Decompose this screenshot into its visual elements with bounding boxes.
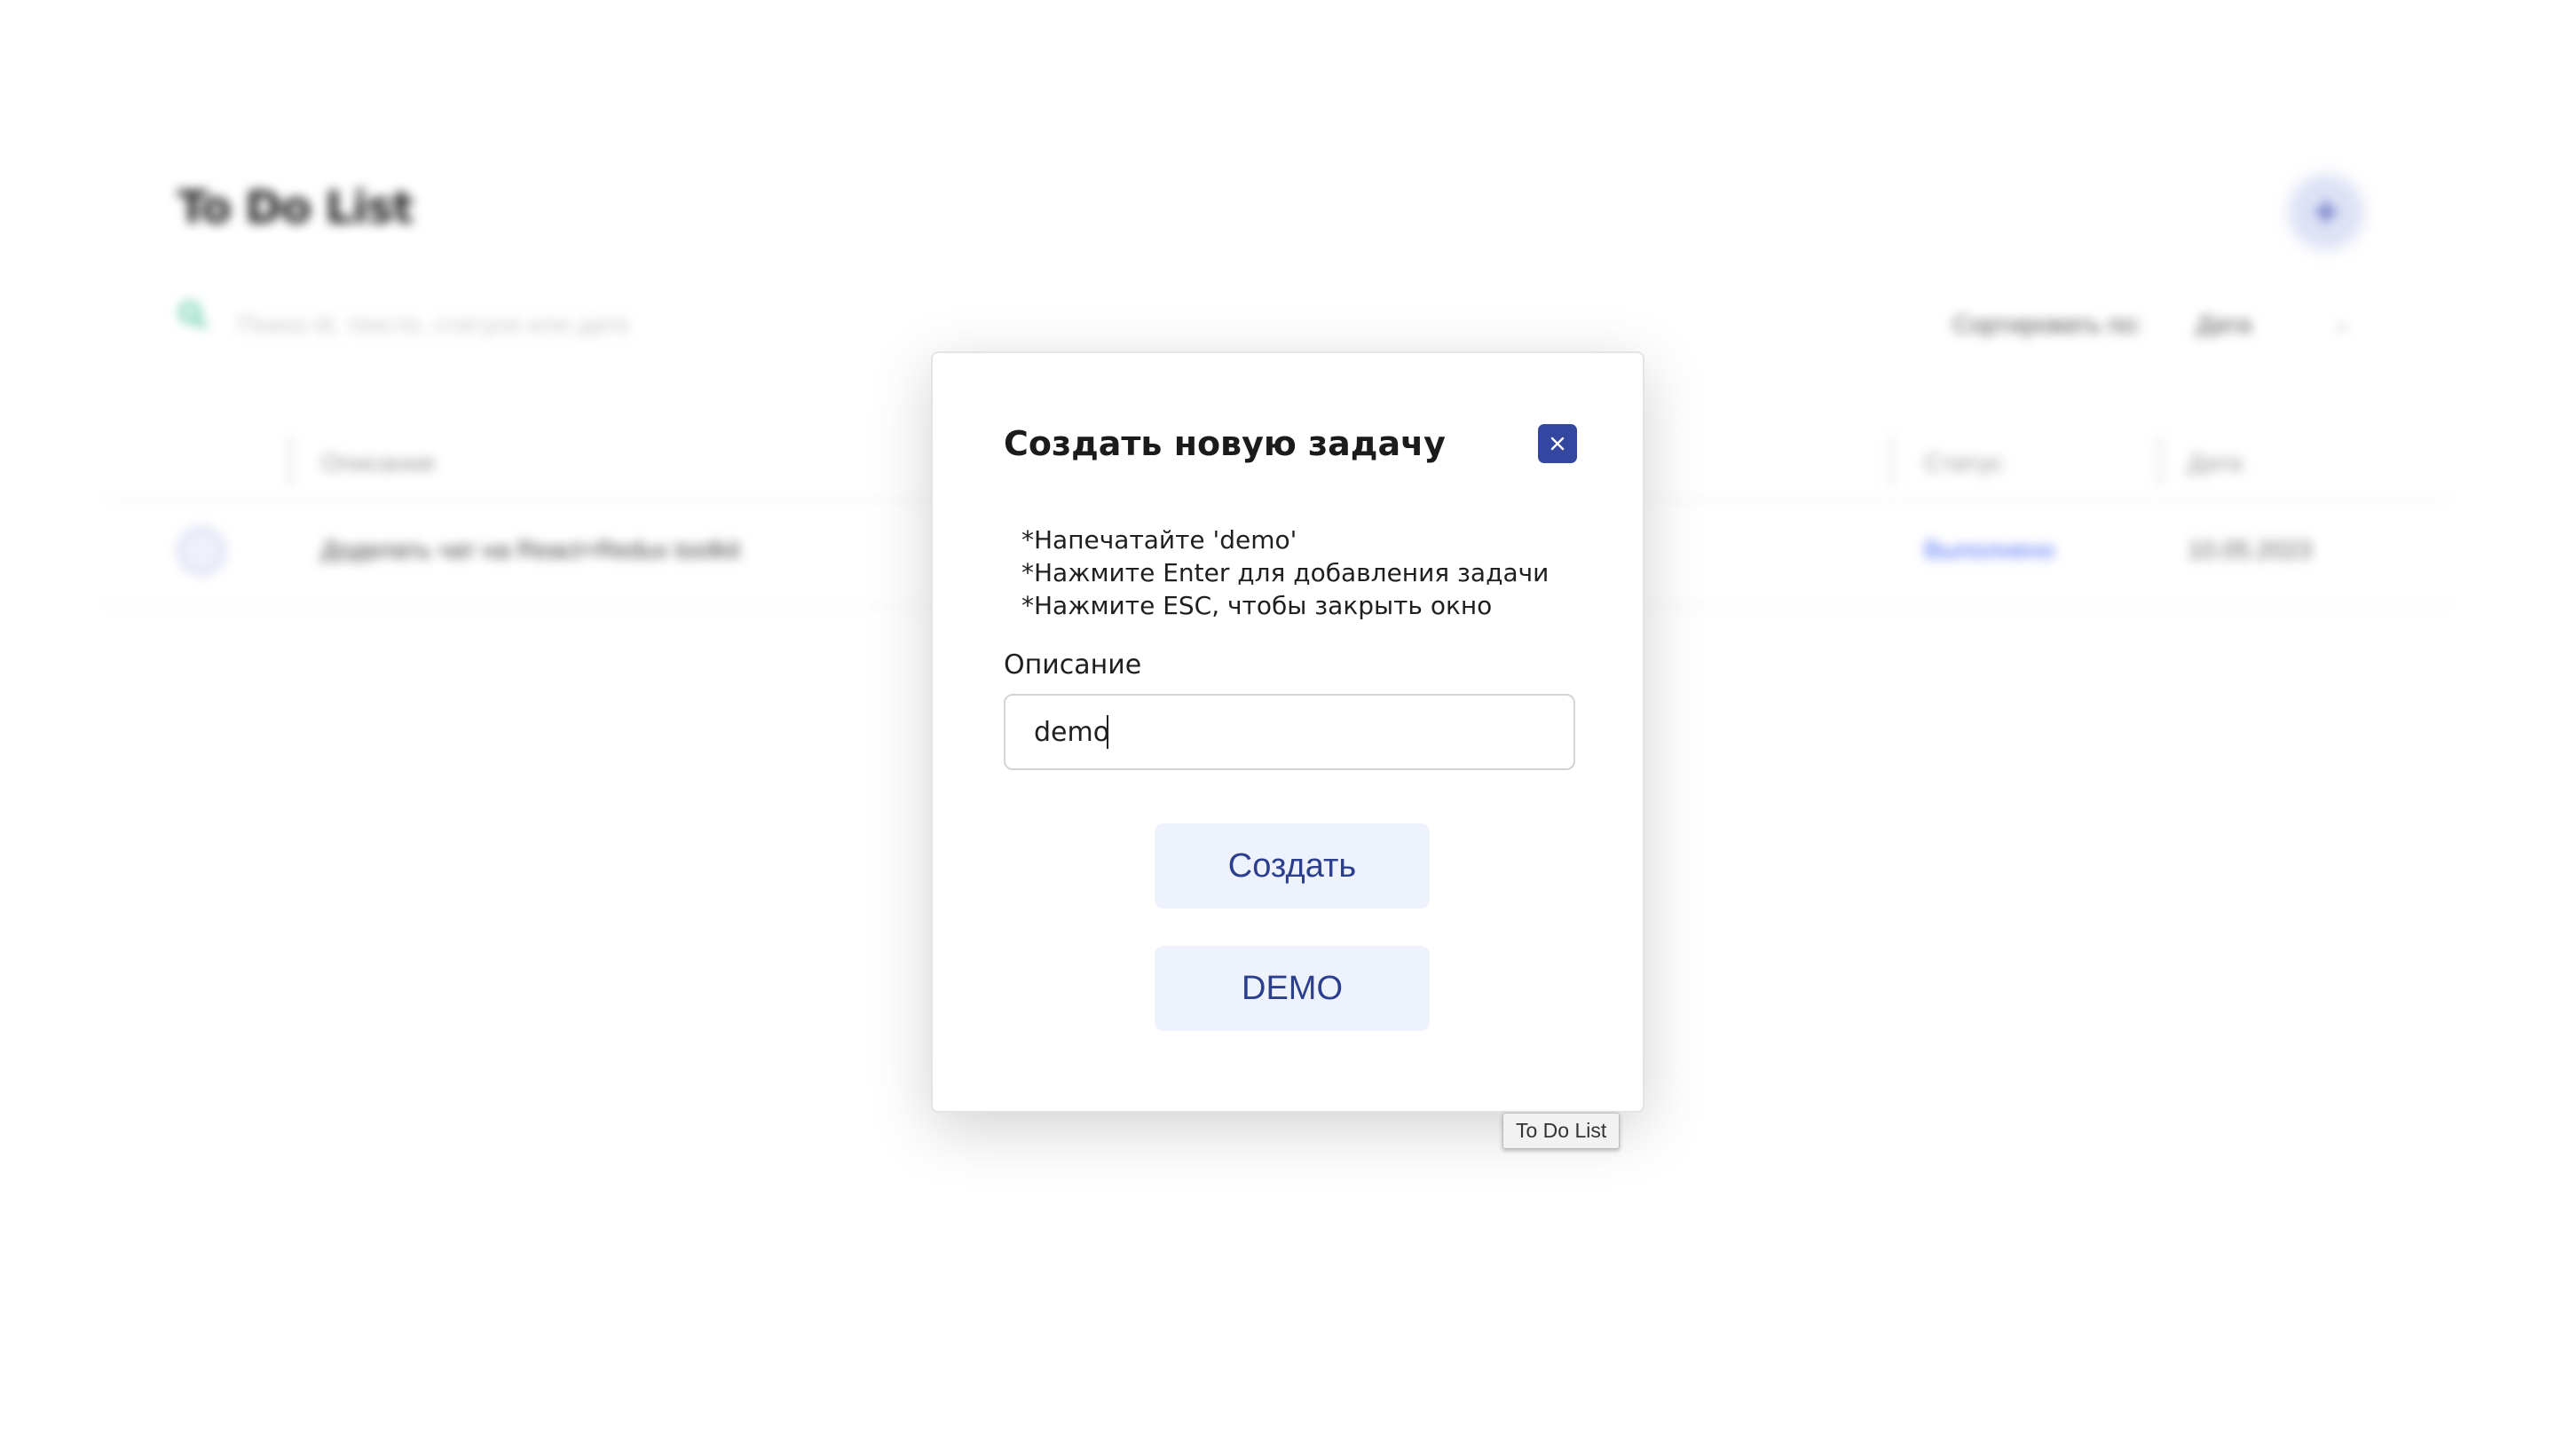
tooltip: To Do List (1502, 1113, 1621, 1149)
plus-icon: + (2312, 186, 2340, 238)
column-divider[interactable] (1890, 437, 1894, 486)
demo-button[interactable]: DEMO (1155, 946, 1430, 1031)
create-button[interactable]: Создать (1155, 823, 1430, 909)
task-status: Выполнено (1924, 536, 2055, 563)
modal-title: Создать новую задачу (1004, 424, 1446, 463)
text-cursor (1107, 715, 1108, 749)
sort-select[interactable]: Дата (2196, 311, 2251, 339)
create-task-modal: Создать новую задачу *Напечатайте 'demo'… (931, 351, 1644, 1113)
description-label: Описание (1004, 649, 1142, 681)
column-header-date[interactable]: Дата (2188, 449, 2243, 477)
instruction-line: *Нажмите Enter для добавления задачи (1021, 558, 1550, 587)
column-divider[interactable] (2158, 437, 2162, 486)
column-divider[interactable] (288, 437, 292, 486)
task-description: Доделать чат на React+Redux toolkit (321, 536, 741, 563)
close-icon (1550, 437, 1565, 451)
column-header-status[interactable]: Статус (1924, 449, 2003, 477)
search-input[interactable]: Поиск id, тексте, статусе или дате (238, 311, 629, 339)
app-title: To Do List (177, 182, 414, 233)
search-icon (179, 302, 207, 329)
close-button[interactable] (1538, 424, 1577, 463)
sort-label: Сортировать по: (1952, 311, 2142, 338)
description-input[interactable] (1004, 694, 1575, 770)
instruction-line: *Напечатайте 'demo' (1021, 525, 1297, 555)
add-task-button[interactable]: + (2294, 180, 2358, 244)
column-header-description[interactable]: Описание (321, 449, 436, 477)
task-checkbox[interactable] (177, 527, 225, 575)
instructions: *Напечатайте 'demo' *Нажмите Enter для д… (1021, 523, 1549, 622)
task-date: 10.05.2023 (2188, 536, 2313, 563)
instruction-line: *Нажмите ESC, чтобы закрыть окно (1021, 591, 1493, 620)
chevron-down-icon[interactable]: ⌄ (2334, 312, 2350, 335)
